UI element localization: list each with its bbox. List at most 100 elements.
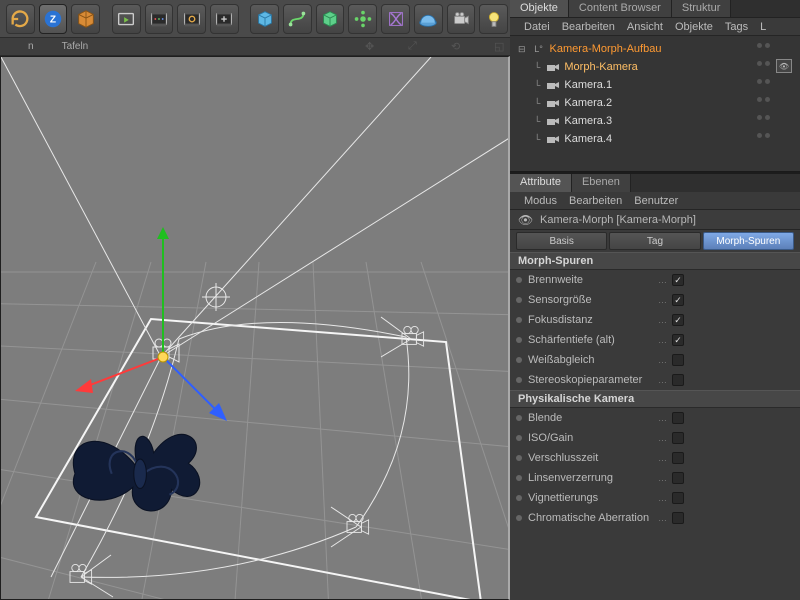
menu-benutzer[interactable]: Benutzer [634,195,678,207]
object-name: Kamera.3 [564,115,612,127]
object-row[interactable]: └Kamera.4 [510,130,800,148]
menu-bearbeiten2[interactable]: Bearbeiten [569,195,622,207]
menu-datei[interactable]: Datei [524,21,550,33]
visibility-dots[interactable] [757,61,770,66]
object-row[interactable]: └Kamera.3 [510,112,800,130]
spline-button[interactable] [283,4,312,34]
generator-button[interactable] [316,4,345,34]
object-name: Morph-Kamera [564,61,637,73]
bullet-icon [516,337,522,343]
menu-l[interactable]: L [760,21,766,33]
property-checkbox[interactable] [672,374,684,386]
section-title-phys: Physikalische Kamera [510,390,800,408]
property-checkbox[interactable] [672,492,684,504]
folder-icon: L° [532,44,546,54]
nav-move-icon[interactable]: ✥ [365,40,377,52]
right-panel: Objekte Content Browser Struktur Datei B… [510,0,800,600]
object-row[interactable]: └Kamera.1 [510,76,800,94]
property-row: Chromatische Aberration… [510,508,800,528]
axis-z-button[interactable]: Z [39,4,68,34]
property-label: Verschlusszeit [528,452,654,464]
section-morph-spuren: Morph-Spuren Brennweite…Sensorgröße…Foku… [510,252,800,390]
bullet-icon [516,277,522,283]
tab-content-browser[interactable]: Content Browser [569,0,672,17]
property-checkbox[interactable] [672,294,684,306]
attribute-title: Kamera-Morph [Kamera-Morph] [540,214,696,226]
render-frame-button[interactable] [112,4,141,34]
nav-zoom-icon[interactable]: ⤢ [408,40,420,52]
primitive-cube-button[interactable] [250,4,279,34]
tab-struktur[interactable]: Struktur [672,0,732,17]
visibility-dots[interactable] [757,97,770,102]
tab-basis[interactable]: Basis [516,232,607,250]
property-row: Blende… [510,408,800,428]
floor-button[interactable] [414,4,443,34]
camera-icon [546,62,560,72]
menu-ansicht[interactable]: Ansicht [627,21,663,33]
objects-menu: Datei Bearbeiten Ansicht Objekte Tags L [510,18,800,36]
cloner-button[interactable] [348,4,377,34]
render-settings-button[interactable] [210,4,239,34]
object-row[interactable]: └Kamera.2 [510,94,800,112]
deformer-button[interactable] [381,4,410,34]
nav-maximize-icon[interactable]: ◱ [494,40,506,52]
light-tool-button[interactable] [479,4,508,34]
camera-icon [546,80,560,90]
object-name: Kamera.1 [564,79,612,91]
tab-objekte[interactable]: Objekte [510,0,569,17]
menu-objekte[interactable]: Objekte [675,21,713,33]
property-label: Stereoskopieparameter [528,374,654,386]
property-label: Schärfentiefe (alt) [528,334,654,346]
menu-modus[interactable]: Modus [524,195,557,207]
visibility-dots[interactable] [757,133,770,138]
camera-morph-tag-icon[interactable]: 👁 [776,59,792,73]
property-row: Stereoskopieparameter… [510,370,800,390]
attribute-header: 👁 Kamera-Morph [Kamera-Morph] [510,210,800,230]
property-row: Linsenverzerrung… [510,468,800,488]
palette-label-2[interactable]: Tafeln [62,41,89,52]
palette-label-1[interactable]: n [28,41,34,52]
visibility-dots[interactable] [757,43,770,48]
cube-button[interactable] [71,4,100,34]
property-checkbox[interactable] [672,452,684,464]
property-checkbox[interactable] [672,432,684,444]
object-row[interactable]: ⊟L°Kamera-Morph-Aufbau [510,40,800,58]
tab-ebenen[interactable]: Ebenen [572,174,631,192]
bullet-icon [516,317,522,323]
tab-morph-spuren[interactable]: Morph-Spuren [703,232,794,250]
property-checkbox[interactable] [672,512,684,524]
3d-viewport[interactable] [0,56,510,600]
visibility-dots[interactable] [757,79,770,84]
bullet-icon [516,475,522,481]
object-row[interactable]: └Morph-Kamera👁 [510,58,800,76]
menu-bearbeiten[interactable]: Bearbeiten [562,21,615,33]
property-row: Brennweite… [510,270,800,290]
property-row: Sensorgröße… [510,290,800,310]
render-region-button[interactable] [145,4,174,34]
viewport-nav-icons: ✥ ⤢ ⟲ ◱ [337,40,506,52]
property-checkbox[interactable] [672,274,684,286]
visibility-dots[interactable] [757,115,770,120]
undo-button[interactable] [6,4,35,34]
property-checkbox[interactable] [672,354,684,366]
property-checkbox[interactable] [672,314,684,326]
property-checkbox[interactable] [672,412,684,424]
camera-tool-button[interactable] [447,4,476,34]
property-checkbox[interactable] [672,472,684,484]
property-checkbox[interactable] [672,334,684,346]
property-row: ISO/Gain… [510,428,800,448]
tab-tag[interactable]: Tag [609,232,700,250]
property-row: Weißabgleich… [510,350,800,370]
camera-icon [546,98,560,108]
render-picture-button[interactable] [177,4,206,34]
menu-tags[interactable]: Tags [725,21,748,33]
tab-attribute[interactable]: Attribute [510,174,572,192]
nav-rotate-icon[interactable]: ⟲ [451,40,463,52]
attribute-tabs: Attribute Ebenen [510,174,800,192]
objects-tabs: Objekte Content Browser Struktur [510,0,800,18]
object-hierarchy[interactable]: ⊟L°Kamera-Morph-Aufbau└Morph-Kamera👁└Kam… [510,36,800,172]
bullet-icon [516,455,522,461]
section-title-morph: Morph-Spuren [510,252,800,270]
property-label: Linsenverzerrung [528,472,654,484]
object-name: Kamera-Morph-Aufbau [550,43,662,55]
